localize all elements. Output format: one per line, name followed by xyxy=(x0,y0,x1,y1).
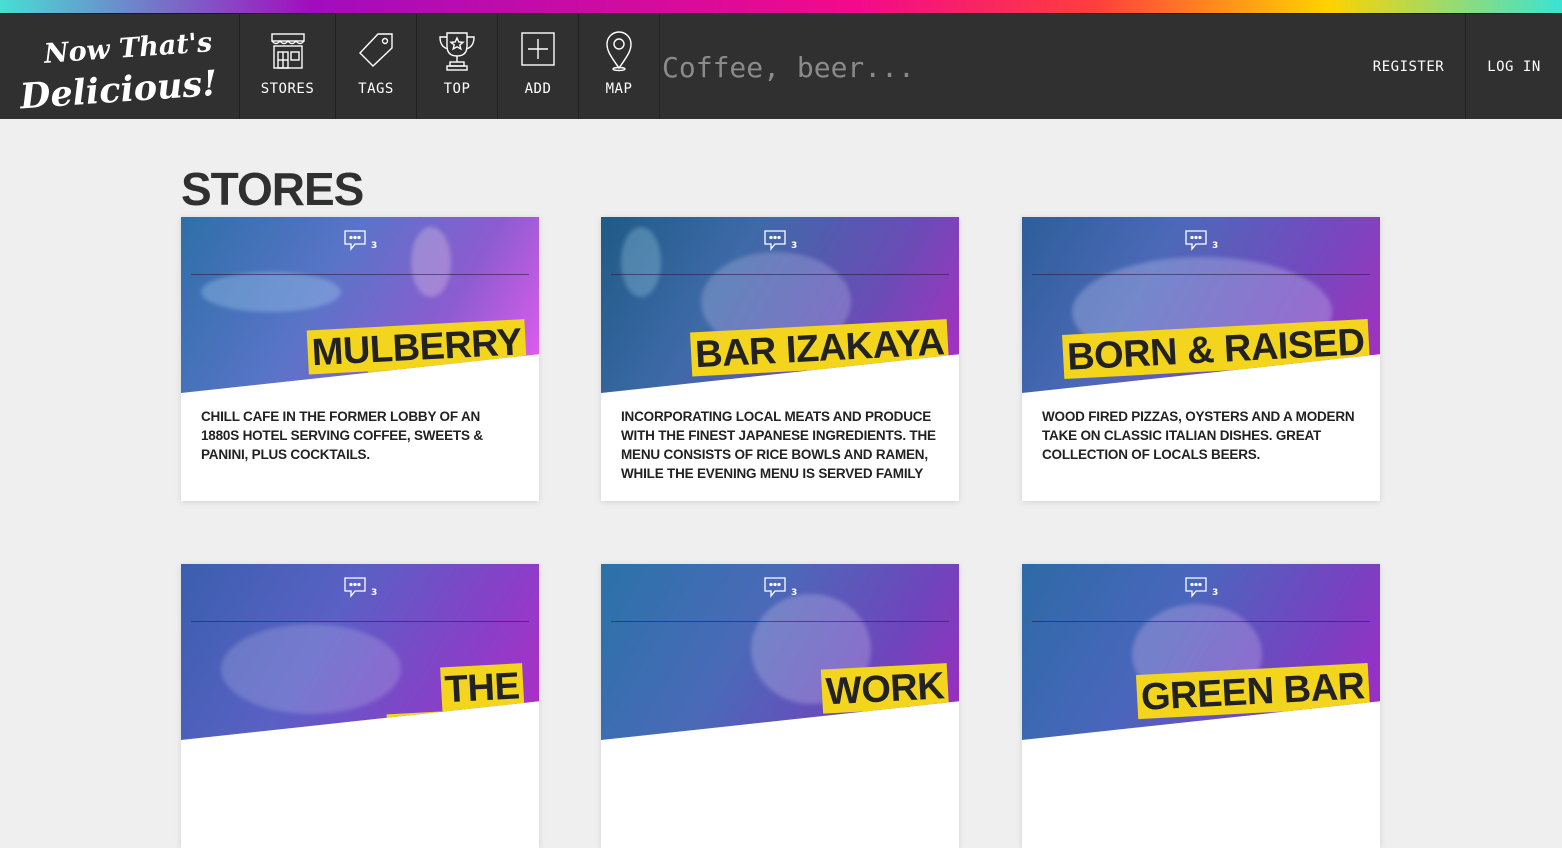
review-count-number: 3 xyxy=(791,241,798,251)
review-count-number: 3 xyxy=(371,588,378,598)
comment-icon xyxy=(343,577,369,602)
store-name[interactable]: Work xyxy=(820,663,949,715)
divider xyxy=(1032,621,1370,622)
store-icon xyxy=(267,30,309,76)
store-description: Chill cafe in the former lobby of an 188… xyxy=(201,409,483,462)
store-image[interactable]: 3 Born & Raised xyxy=(1022,217,1380,393)
store-description: Incorporating local meats and produce wi… xyxy=(621,409,936,481)
review-count-number: 3 xyxy=(791,588,798,598)
store-card[interactable]: 3 Mulberry Coffee Chill cafe in the form… xyxy=(181,217,539,501)
top-nav: Now That's Delicious! STORES TAGS TOP AD… xyxy=(0,13,1562,119)
nav-label: TAGS xyxy=(358,81,394,97)
nav-stores[interactable]: STORES xyxy=(240,14,336,119)
review-count[interactable]: 3 xyxy=(763,229,797,255)
divider xyxy=(191,621,529,622)
logo-line2: Delicious! xyxy=(18,63,219,110)
nav-label: TOP xyxy=(443,81,471,97)
trophy-icon xyxy=(437,30,477,76)
comment-icon xyxy=(1184,230,1210,255)
review-count-number: 3 xyxy=(1212,588,1219,598)
store-description: Wood fired pizzas, oysters and a modern … xyxy=(1042,409,1355,462)
review-count[interactable]: 3 xyxy=(343,229,377,255)
add-icon xyxy=(519,30,557,72)
nav-top[interactable]: TOP xyxy=(417,14,498,119)
review-count[interactable]: 3 xyxy=(1184,229,1218,255)
tag-icon xyxy=(356,30,396,74)
nav-label: STORES xyxy=(260,81,315,97)
store-image[interactable]: 3 Mulberry Coffee xyxy=(181,217,539,393)
login-link[interactable]: LOG IN xyxy=(1466,14,1562,119)
review-count[interactable]: 3 xyxy=(1184,576,1218,602)
logo-line1: Now That's xyxy=(42,27,213,70)
nav-label: ADD xyxy=(524,81,552,97)
review-count-number: 3 xyxy=(1212,241,1219,251)
nav-add[interactable]: ADD xyxy=(498,14,579,119)
nav-label: MAP xyxy=(605,81,633,97)
store-card[interactable]: 3 Born & Raised Wood fired pizzas, oyste… xyxy=(1022,217,1380,501)
page-title: STORES xyxy=(181,163,364,215)
divider xyxy=(1032,274,1370,275)
store-card[interactable]: 3 Green Bar xyxy=(1022,564,1380,848)
store-card[interactable]: 3 Bar Izakaya Incorporating local meats … xyxy=(601,217,959,501)
search-input[interactable] xyxy=(660,44,1304,90)
store-image[interactable]: 3 The Burnt Tongue xyxy=(181,564,539,740)
nav-tags[interactable]: TAGS xyxy=(336,14,417,119)
review-count-number: 3 xyxy=(371,241,378,251)
divider xyxy=(611,621,949,622)
store-image[interactable]: 3 Bar Izakaya xyxy=(601,217,959,393)
register-link[interactable]: REGISTER xyxy=(1352,14,1466,119)
store-image[interactable]: 3 Work xyxy=(601,564,959,740)
store-name[interactable]: The Burnt Tongue xyxy=(322,663,529,740)
comment-icon xyxy=(1184,577,1210,602)
store-image[interactable]: 3 Green Bar xyxy=(1022,564,1380,740)
comment-icon xyxy=(763,230,789,255)
store-card[interactable]: 3 The Burnt Tongue xyxy=(181,564,539,848)
divider xyxy=(611,274,949,275)
store-card[interactable]: 3 Work xyxy=(601,564,959,848)
logo[interactable]: Now That's Delicious! xyxy=(0,14,240,119)
rainbow-bar xyxy=(0,0,1562,13)
store-name[interactable]: Green Bar xyxy=(1136,663,1370,720)
divider xyxy=(191,274,529,275)
comment-icon xyxy=(343,230,369,255)
review-count[interactable]: 3 xyxy=(763,576,797,602)
review-count[interactable]: 3 xyxy=(343,576,377,602)
map-pin-icon xyxy=(604,30,634,76)
comment-icon xyxy=(763,577,789,602)
nav-map[interactable]: MAP xyxy=(579,14,660,119)
